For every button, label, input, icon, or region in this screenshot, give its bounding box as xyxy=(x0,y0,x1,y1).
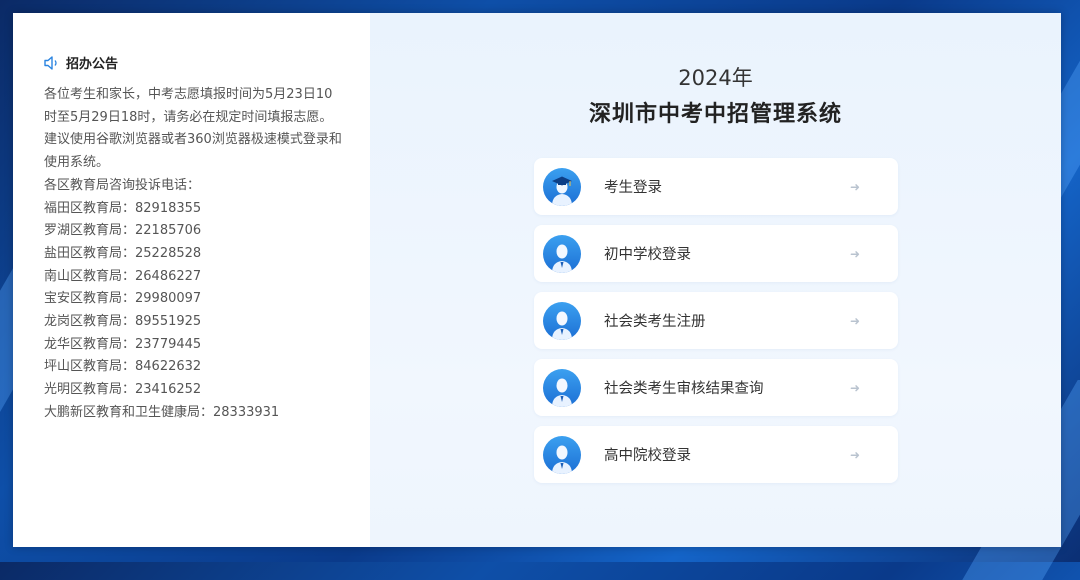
social-candidate-register-button[interactable]: 社会类考生注册 ➜ xyxy=(534,292,898,349)
phone-line: 大鹏新区教育和卫生健康局：28333931 xyxy=(44,404,280,420)
arrow-right-icon: ➜ xyxy=(849,179,860,194)
graduate-avatar-icon xyxy=(543,167,581,206)
login-options: 考生登录 ➜ 初中学校登录 ➜ 社会类考生注册 ➜ 社会类考生审核结果查询 ➜ … xyxy=(534,158,898,493)
phone-line: 龙岗区教育局：89551925 xyxy=(44,314,202,330)
arrow-right-icon: ➜ xyxy=(849,447,860,462)
arrow-right-icon: ➜ xyxy=(849,380,860,395)
notice-panel: 招办公告 各位考生和家长，中考志愿填报时间为5月23日10时至5月29日18时，… xyxy=(13,13,370,547)
phone-line: 盐田区教育局：25228528 xyxy=(44,245,202,261)
review-result-query-button[interactable]: 社会类考生审核结果查询 ➜ xyxy=(534,359,898,416)
phone-line: 宝安区教育局：29980097 xyxy=(44,291,202,307)
notice-header: 招办公告 xyxy=(44,53,370,72)
person-avatar-icon xyxy=(543,368,581,407)
arrow-right-icon: ➜ xyxy=(849,246,860,261)
notice-paragraph: 各区教育局咨询投诉电话： xyxy=(44,177,201,193)
phone-line: 坪山区教育局：84622632 xyxy=(44,359,202,375)
login-item-label: 高中院校登录 xyxy=(604,448,691,464)
notice-paragraph: 各位考生和家长，中考志愿填报时间为5月23日10时至5月29日18时，请务必在规… xyxy=(44,87,333,125)
high-school-login-button[interactable]: 高中院校登录 ➜ xyxy=(534,426,898,483)
notice-paragraph: 建议使用谷歌浏览器或者360浏览器极速模式登录和使用系统。 xyxy=(44,132,342,171)
person-avatar-icon xyxy=(543,301,581,340)
login-item-label: 社会类考生审核结果查询 xyxy=(604,381,764,397)
system-title: 深圳市中考中招管理系统 xyxy=(588,102,842,127)
login-item-label: 社会类考生注册 xyxy=(604,314,706,330)
phone-line: 光明区教育局：23416252 xyxy=(44,382,202,398)
login-item-label: 初中学校登录 xyxy=(604,247,691,263)
login-panel: 2024年 深圳市中考中招管理系统 考生登录 ➜ 初中学校登录 ➜ 社会类考生注… xyxy=(370,13,1061,547)
person-avatar-icon xyxy=(543,234,581,273)
login-item-label: 考生登录 xyxy=(604,180,662,196)
phone-line: 龙华区教育局：23779445 xyxy=(44,336,202,352)
system-year: 2024年 xyxy=(678,66,753,90)
student-login-button[interactable]: 考生登录 ➜ xyxy=(534,158,898,215)
arrow-right-icon: ➜ xyxy=(849,313,860,328)
speaker-icon xyxy=(44,55,60,70)
junior-school-login-button[interactable]: 初中学校登录 ➜ xyxy=(534,225,898,282)
phone-line: 福田区教育局：82918355 xyxy=(44,200,202,216)
main-panel: 招办公告 各位考生和家长，中考志愿填报时间为5月23日10时至5月29日18时，… xyxy=(13,13,1061,547)
notice-title: 招办公告 xyxy=(66,57,119,72)
phone-line: 南山区教育局：26486227 xyxy=(44,268,202,284)
person-avatar-icon xyxy=(543,435,581,474)
notice-body: 各位考生和家长，中考志愿填报时间为5月23日10时至5月29日18时，请务必在规… xyxy=(44,84,344,425)
phone-line: 罗湖区教育局：22185706 xyxy=(44,223,202,239)
